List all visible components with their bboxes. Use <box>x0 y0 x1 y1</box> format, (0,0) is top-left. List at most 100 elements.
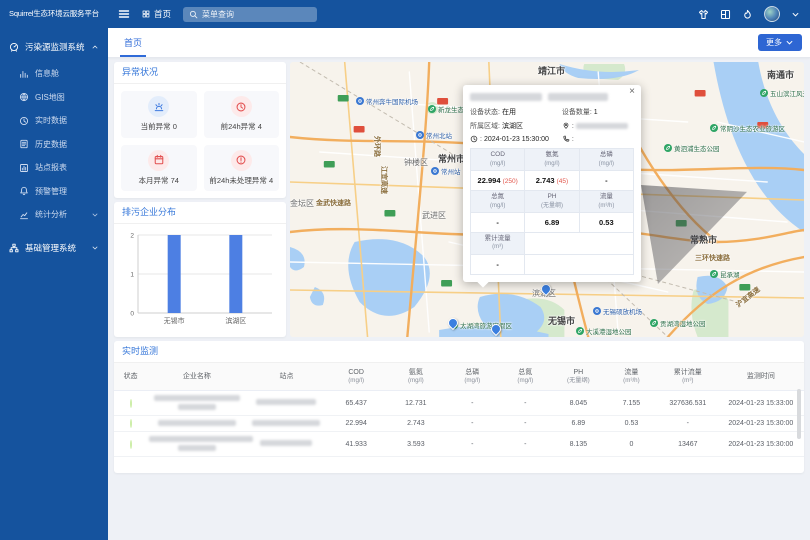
cell-cod: 22.994 <box>326 416 386 432</box>
map-popup: × 设备状态:在用 设备数量:1 所属区域:滨湖区 : :2024-01-23 … <box>463 85 641 282</box>
sidebar-item-实时数据[interactable]: 实时数据 <box>0 109 108 133</box>
map-poi-green: 昆承湖 <box>710 269 740 279</box>
dashboard-icon <box>19 69 29 79</box>
map-poi-green: 五山滨江风光带 <box>760 88 804 98</box>
metric-value-empty <box>525 254 634 274</box>
metric-header-empty <box>525 232 634 254</box>
sidebar-item-信息舱[interactable]: 信息舱 <box>0 62 108 86</box>
layout-icon[interactable] <box>720 9 731 20</box>
station-cell-redacted <box>247 432 327 457</box>
company-cell-redacted <box>147 416 247 432</box>
sidebar-group-0[interactable]: 污染源监测系统 <box>0 32 108 62</box>
map-poi-green: 大溪港湿地公园 <box>576 326 632 336</box>
column-header: 企业名称 <box>147 363 247 391</box>
column-header: 站点 <box>247 363 327 391</box>
table-scrollbar[interactable] <box>797 389 801 439</box>
search-input[interactable]: 菜单查询 <box>183 7 317 22</box>
sidebar-item-站点报表[interactable]: 站点报表 <box>0 156 108 180</box>
station-cell-redacted <box>247 391 327 416</box>
cell-ph: 6.89 <box>552 416 605 432</box>
table-row[interactable]: 22.9942.743--6.890.53-2024-01-23 15:30:0… <box>114 416 804 432</box>
flame-icon[interactable] <box>742 9 753 20</box>
map-poi-green: 贡湖湾湿地公园 <box>650 318 706 328</box>
map-poi-label: 大溪港湿地公园 <box>586 326 632 336</box>
status-dot-normal <box>130 440 132 449</box>
map-poi-blue: 常州奔牛国际机场 <box>356 96 418 106</box>
cell-total_flow: - <box>658 416 718 432</box>
station-cell-redacted <box>247 416 327 432</box>
chevron-down-icon <box>785 38 794 47</box>
leaf-icon <box>760 89 768 97</box>
cell-tn: - <box>499 416 552 432</box>
map-poi-label: 常州北站 <box>426 130 452 140</box>
map-poi-green: 太湖湾旅游度假区 <box>450 320 512 330</box>
table-row[interactable]: 41.9333.593--8.1350134672024-01-23 15:30… <box>114 432 804 457</box>
map[interactable]: 靖江市南通市常州市无锡市常熟市钟楼区武进区金坛区滨湖区新龙生态林黄泗浦生态公园五… <box>290 62 804 337</box>
station-redacted <box>256 399 316 405</box>
map-district-label: 金坛区 <box>290 198 314 209</box>
sidebar-item-历史数据[interactable]: 历史数据 <box>0 133 108 157</box>
menu-icon[interactable] <box>118 8 130 20</box>
stat-card-label: 前24h未处理异常 4 <box>209 175 273 186</box>
cell-tp: - <box>446 391 499 416</box>
monitor-system-icon <box>9 42 19 52</box>
company-redacted <box>158 420 236 426</box>
svg-text:0: 0 <box>130 310 134 317</box>
company-cell-redacted <box>147 432 247 457</box>
close-icon[interactable]: × <box>629 87 635 97</box>
sidebar-group-label: 污染源监测系统 <box>25 41 85 53</box>
home-grid-icon <box>142 10 150 18</box>
breadcrumb[interactable]: 首页 <box>142 8 171 20</box>
cell-cod: 41.933 <box>326 432 386 457</box>
theme-icon[interactable] <box>698 9 709 20</box>
metric-value: - <box>471 212 525 232</box>
gis-map-icon <box>19 92 29 102</box>
avatar[interactable] <box>764 6 780 22</box>
map-poi-label: 黄泗浦生态公园 <box>674 143 720 153</box>
map-road-label: 江宜高速 <box>379 166 389 194</box>
exclamation-icon <box>231 150 252 171</box>
stat-card-0[interactable]: 当前异常 0 <box>121 91 197 138</box>
stat-card-3[interactable]: 前24h未处理异常 4 <box>204 145 280 192</box>
map-city-label: 南通市 <box>767 68 794 81</box>
cell-cod: 65.437 <box>326 391 386 416</box>
stat-card-label: 本月异常 74 <box>139 175 179 186</box>
more-button[interactable]: 更多 <box>758 34 802 51</box>
metric-header: COD(mg/l) <box>471 149 525 171</box>
column-header: 监测时间 <box>718 363 804 391</box>
sidebar-item-label: 信息舱 <box>35 68 59 79</box>
map-city-label: 常熟市 <box>690 233 717 246</box>
column-header: 总氮(mg/l) <box>499 363 552 391</box>
cell-flow: 0 <box>605 432 658 457</box>
cell-tp: - <box>446 432 499 457</box>
panel-title: 实时监测 <box>114 341 804 363</box>
siren-icon <box>148 96 169 117</box>
map-poi-blue: 常州北站 <box>416 130 452 140</box>
device-count-value: 1 <box>594 109 598 116</box>
sidebar-item-预警管理[interactable]: 预警管理 <box>0 180 108 204</box>
company-redacted <box>178 445 216 451</box>
tabbar: 首页 更多 <box>108 28 810 58</box>
sidebar-item-统计分析[interactable]: 统计分析 <box>0 203 108 227</box>
map-poi-label: 无锡硕放机场 <box>603 306 642 316</box>
leaf-icon <box>650 319 658 327</box>
column-header: 累计流量(m³) <box>658 363 718 391</box>
sidebar-group-1[interactable]: 基础管理系统 <box>0 233 108 263</box>
main-area: 首页 菜单查询 首页 更多 <box>108 0 810 540</box>
stat-card-2[interactable]: 本月异常 74 <box>121 145 197 192</box>
map-road-label: 金武快速路 <box>316 198 351 208</box>
map-poi-label: 昆承湖 <box>720 269 740 279</box>
sidebar-item-GIS地图[interactable]: GIS地图 <box>0 86 108 110</box>
chevron-down-icon[interactable] <box>791 10 800 19</box>
column-header: 氨氮(mg/l) <box>386 363 446 391</box>
metric-value: - <box>471 254 525 274</box>
stats-analysis-icon <box>19 210 29 220</box>
table-row[interactable]: 65.43712.731--8.0457.155327636.5312024-0… <box>114 391 804 416</box>
sidebar-item-label: 统计分析 <box>35 209 67 220</box>
metric-header: 总氮(mg/l) <box>471 190 525 212</box>
status-cell <box>114 391 147 416</box>
map-city-label: 靖江市 <box>538 64 565 77</box>
tab-home[interactable]: 首页 <box>120 28 146 57</box>
metric-value: 0.53 <box>579 212 633 232</box>
stat-card-1[interactable]: 前24h异常 4 <box>204 91 280 138</box>
